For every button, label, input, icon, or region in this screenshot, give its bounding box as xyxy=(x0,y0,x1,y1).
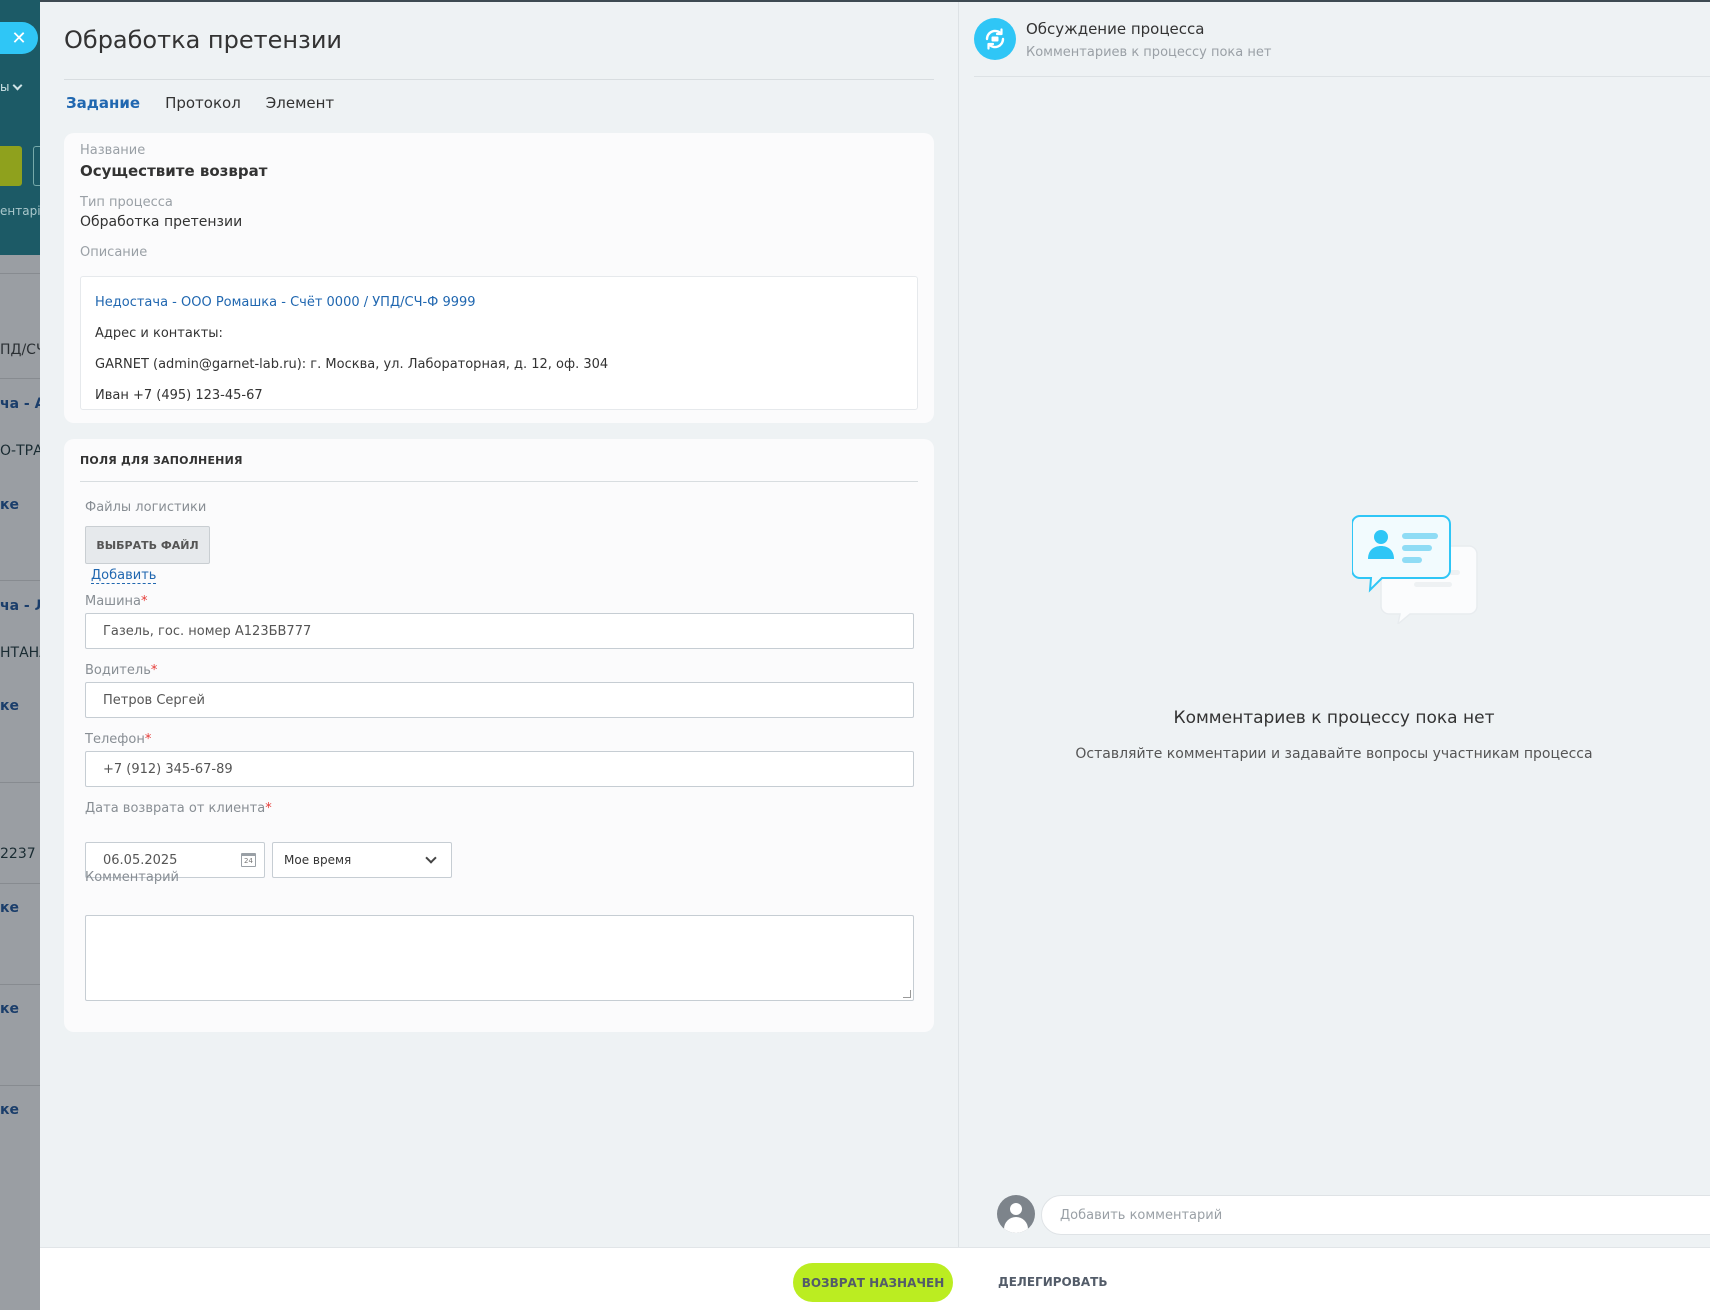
add-file-link[interactable]: Добавить xyxy=(91,568,157,584)
tab-element[interactable]: Элемент xyxy=(266,94,334,112)
divider xyxy=(0,378,40,379)
time-select-value: Мое время xyxy=(284,853,352,867)
date-value: 06.05.2025 xyxy=(103,852,178,868)
task-slider-panel: Обработка претензии Задание Протокол Эле… xyxy=(40,2,1710,1310)
background-text: ке xyxy=(0,900,19,916)
discussion-subtitle: Комментариев к процессу пока нет xyxy=(1026,45,1272,60)
background-text: 2237 / xyxy=(0,846,40,862)
divider xyxy=(0,1085,40,1086)
discussion-pane: Обсуждение процесса Комментариев к проце… xyxy=(958,2,1710,1247)
discussion-icon xyxy=(974,18,1016,60)
chevron-down-icon xyxy=(425,851,437,864)
required-mark: * xyxy=(144,732,152,747)
tab-task[interactable]: Задание xyxy=(66,94,140,112)
description-box: Недостача - ООО Ромашка - Счёт 0000 / УП… xyxy=(80,276,918,410)
background-text: ы xyxy=(0,80,10,94)
section-title: ПОЛЯ ДЛЯ ЗАПОЛНЕНИЯ xyxy=(80,454,243,467)
divider xyxy=(0,883,40,884)
car-field[interactable]: Газель, гос. номер А123БВ777 xyxy=(85,613,914,649)
calendar-icon[interactable]: 24 xyxy=(241,853,256,867)
divider xyxy=(974,76,1710,77)
divider xyxy=(0,580,40,581)
divider xyxy=(64,79,934,80)
required-mark: * xyxy=(265,801,272,816)
background-text: ке xyxy=(0,1001,19,1017)
description-line: Адрес и контакты: xyxy=(95,326,223,341)
time-select[interactable]: Мое время xyxy=(272,842,452,878)
delegate-button[interactable]: ДЕЛЕГИРОВАТЬ xyxy=(998,1275,1108,1289)
user-avatar xyxy=(997,1195,1035,1233)
description-label: Описание xyxy=(80,245,148,260)
task-info-card: Название Осуществите возврат Тип процесс… xyxy=(64,133,934,423)
task-name: Осуществите возврат xyxy=(80,162,268,180)
task-pane: Обработка претензии Задание Протокол Эле… xyxy=(40,2,958,1247)
empty-state-title: Комментариев к процессу пока нет xyxy=(1173,708,1495,728)
tab-bar: Задание Протокол Элемент xyxy=(66,94,334,112)
background-text: ПД/СЧ xyxy=(0,342,40,358)
fill-fields-card: ПОЛЯ ДЛЯ ЗАПОЛНЕНИЯ Файлы логистики ВЫБР… xyxy=(64,439,934,1032)
background-text: ентарі xyxy=(0,204,40,218)
background-text: ке xyxy=(0,698,19,714)
divider xyxy=(80,481,918,482)
return-date-label: Дата возврата от клиента* xyxy=(85,801,272,816)
empty-state-subtitle: Оставляйте комментарии и задавайте вопро… xyxy=(1075,746,1593,762)
process-type-value: Обработка претензии xyxy=(80,214,243,230)
driver-label: Водитель* xyxy=(85,663,158,678)
phone-label: Телефон* xyxy=(85,732,152,747)
comment-label: Комментарий xyxy=(85,870,179,885)
background-text: НТАНА xyxy=(0,645,40,661)
discussion-title: Обсуждение процесса xyxy=(1026,20,1205,38)
required-mark: * xyxy=(150,663,158,678)
background-button-outline xyxy=(33,146,40,186)
comment-textarea[interactable] xyxy=(85,915,914,1001)
avatar-body xyxy=(1004,1217,1028,1233)
phone-field[interactable]: +7 (912) 345-67-89 xyxy=(85,751,914,787)
chat-bubbles-icon xyxy=(1351,502,1486,628)
background-app: ы ентарі ПД/СЧ ча - А О-ТРА ке ча - Л НТ… xyxy=(0,0,40,1310)
description-link[interactable]: Недостача - ООО Ромашка - Счёт 0000 / УП… xyxy=(95,287,903,318)
close-icon: ✕ xyxy=(11,27,27,49)
description-line: Иван +7 (495) 123-45-67 xyxy=(95,388,263,403)
background-text: ке xyxy=(0,497,19,513)
comment-input[interactable]: Добавить комментарий xyxy=(1041,1195,1710,1235)
resize-handle[interactable] xyxy=(903,990,911,998)
return-assigned-button[interactable]: ВОЗВРАТ НАЗНАЧЕН xyxy=(793,1263,953,1302)
footer-bar: ВОЗВРАТ НАЗНАЧЕН ДЕЛЕГИРОВАТЬ xyxy=(40,1247,1710,1310)
background-text: ча - Л xyxy=(0,598,40,614)
name-label: Название xyxy=(80,143,146,158)
close-button[interactable]: ✕ xyxy=(0,22,38,54)
background-text: О-ТРА xyxy=(0,443,40,459)
page-title: Обработка претензии xyxy=(64,26,343,54)
background-text: ке xyxy=(0,1102,19,1118)
divider xyxy=(0,273,40,274)
required-mark: * xyxy=(141,594,148,609)
files-label: Файлы логистики xyxy=(85,500,207,515)
divider xyxy=(0,984,40,985)
driver-field[interactable]: Петров Сергей xyxy=(85,682,914,718)
car-label: Машина* xyxy=(85,594,148,609)
description-line: GARNET (admin@garnet-lab.ru): г. Москва,… xyxy=(95,357,609,372)
divider xyxy=(0,782,40,783)
background-text: ча - А xyxy=(0,396,40,412)
tab-protocol[interactable]: Протокол xyxy=(165,94,241,112)
choose-file-button[interactable]: ВЫБРАТЬ ФАЙЛ xyxy=(85,526,210,564)
process-type-label: Тип процесса xyxy=(80,195,173,210)
background-button xyxy=(0,146,22,186)
avatar-head xyxy=(1010,1203,1022,1215)
